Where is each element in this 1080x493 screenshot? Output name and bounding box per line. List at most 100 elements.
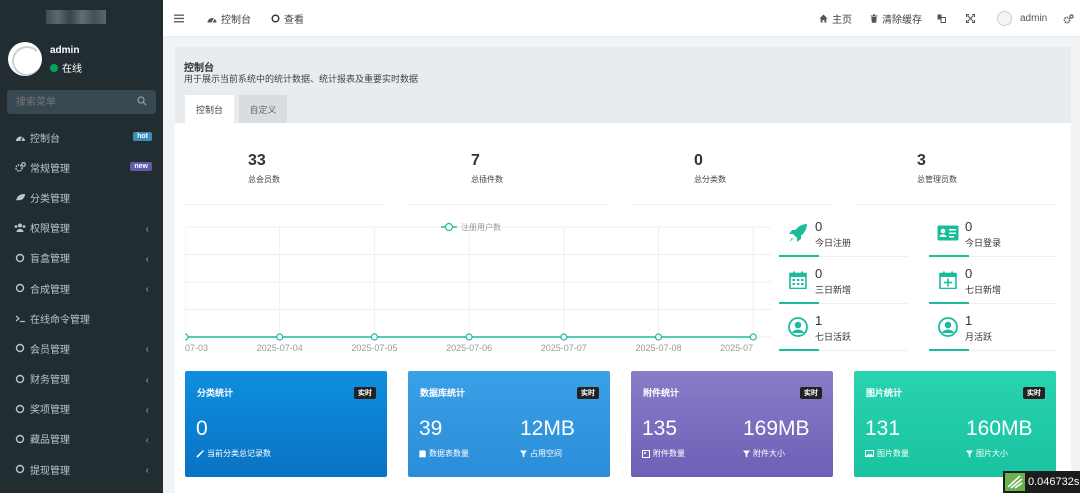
search-icon[interactable] xyxy=(137,96,147,106)
sidebar-item-label: 提现管理 xyxy=(30,465,70,477)
leaf-icon xyxy=(14,191,26,203)
x-tick-label: 2025-07-06 xyxy=(446,343,492,353)
stat-members: 33 总会员数 xyxy=(185,147,385,205)
mini-stat-seven-day-active: 1 七日活跃 xyxy=(779,313,907,359)
sidebar-search xyxy=(7,90,156,114)
sidebar-item-member[interactable]: 会员管理 ‹ xyxy=(0,333,163,363)
mini-stat-monthly-active: 1 月活跃 xyxy=(929,313,1057,359)
chevron-left-icon: ‹ xyxy=(145,253,149,265)
user-circle-icon xyxy=(787,316,809,338)
sidebar-item-dashboard[interactable]: 控制台 hot xyxy=(0,122,163,152)
group-icon xyxy=(14,222,26,234)
filter-icon xyxy=(743,450,750,457)
mini-stat-label: 月活跃 xyxy=(965,332,993,342)
mini-stat-three-day: 0 三日新增 xyxy=(779,266,907,312)
stat-label: 总插件数 xyxy=(471,175,503,184)
stat-categories: 0 总分类数 xyxy=(631,147,831,205)
user-status: 在线 xyxy=(50,60,82,75)
chevron-left-icon: ‹ xyxy=(145,223,149,235)
file-image-icon xyxy=(642,449,650,458)
chevron-left-icon: ‹ xyxy=(145,465,149,477)
tab-view[interactable]: 查看 xyxy=(271,0,304,37)
top-header: 控制台 查看 主页 清除缓存 admin xyxy=(163,0,1080,37)
circle-icon xyxy=(14,433,26,445)
card-attachment-stats: 附件统计 实时 135 附件数量 169MB 附件大小 xyxy=(631,371,833,477)
mini-stat-seven-day: 0 七日新增 xyxy=(929,266,1057,312)
card-label-row: 图片大小 xyxy=(966,448,1008,459)
divider xyxy=(969,350,1057,351)
sidebar-item-permission[interactable]: 权限管理 ‹ xyxy=(0,213,163,243)
tab-dashboard[interactable]: 控制台 xyxy=(207,0,251,37)
chevron-left-icon: ‹ xyxy=(145,404,149,416)
sidebar-item-label: 在线命令管理 xyxy=(30,314,90,326)
card-title: 图片统计 xyxy=(866,388,903,398)
card-value: 12MB xyxy=(520,417,575,440)
hamburger-icon xyxy=(174,14,184,23)
legend-label: 注册用户数 xyxy=(461,222,501,232)
card-label-row: 附件数量 xyxy=(642,448,685,459)
menu-toggle-button[interactable] xyxy=(174,0,184,37)
clear-cache-label: 清除缓存 xyxy=(882,15,922,26)
magic-icon xyxy=(422,147,464,189)
stat-value: 0 xyxy=(694,152,703,169)
tab-dashboard[interactable]: 控制台 xyxy=(185,95,234,123)
stat-value: 3 xyxy=(917,152,926,169)
stat-admins: 3 总管理员数 xyxy=(854,147,1054,205)
card-label: 占用空间 xyxy=(530,449,562,458)
rocket-icon xyxy=(787,222,809,244)
sidebar-item-withdraw[interactable]: 提现管理 ‹ xyxy=(0,454,163,484)
cogs-icon xyxy=(14,161,26,173)
sidebar-item-general[interactable]: 常规管理 new xyxy=(0,152,163,182)
new-badge: new xyxy=(130,162,152,172)
sidebar-item-label: 常规管理 xyxy=(30,163,70,175)
home-button[interactable]: 主页 xyxy=(819,0,852,37)
sidebar-item-category[interactable]: 分类管理 xyxy=(0,182,163,212)
stat-value: 33 xyxy=(248,152,266,169)
fullscreen-button[interactable] xyxy=(966,0,975,37)
tab-label: 控制台 xyxy=(221,15,251,26)
user-panel: admin 在线 xyxy=(0,38,163,84)
home-label: 主页 xyxy=(832,15,852,26)
clear-cache-button[interactable]: 清除缓存 xyxy=(870,0,922,37)
circle-icon xyxy=(14,373,26,385)
stat-value: 7 xyxy=(471,152,480,169)
card-image-stats: 图片统计 实时 131 图片数量 160MB 图片大小 xyxy=(854,371,1056,477)
tab-custom[interactable]: 自定义 xyxy=(239,95,287,123)
sidebar-item-synthesis[interactable]: 合成管理 ‹ xyxy=(0,273,163,303)
legend-marker xyxy=(444,222,454,232)
terminal-icon xyxy=(14,312,26,324)
page-timer-badge: 0.046732s xyxy=(1003,471,1080,493)
accent-line xyxy=(779,302,819,304)
sidebar-item-label: 盲盒管理 xyxy=(30,254,70,266)
sidebar-item-finance[interactable]: 财务管理 ‹ xyxy=(0,364,163,394)
stat-label: 总分类数 xyxy=(694,175,726,184)
mini-stat-value: 0 xyxy=(815,219,823,234)
sidebar-item-collection[interactable]: 藏品管理 ‹ xyxy=(0,424,163,454)
logo[interactable] xyxy=(46,10,106,24)
sidebar-item-prize[interactable]: 奖项管理 ‹ xyxy=(0,394,163,424)
mini-stat-label: 三日新增 xyxy=(815,285,852,295)
sidebar-item-label: 权限管理 xyxy=(30,224,70,236)
sidebar-item-command[interactable]: 在线命令管理 xyxy=(0,303,163,333)
sidebar-item-blindbox[interactable]: 盲盒管理 ‹ xyxy=(0,243,163,273)
data-point xyxy=(749,333,757,341)
circle-icon xyxy=(14,342,26,354)
search-input[interactable] xyxy=(7,90,127,114)
accent-line xyxy=(779,349,819,351)
mini-stat-label: 今日登录 xyxy=(965,238,1002,248)
chevron-left-icon: ‹ xyxy=(145,434,149,446)
circle-icon xyxy=(14,252,26,264)
header-user-name: admin xyxy=(1020,13,1048,24)
realtime-tag: 实时 xyxy=(577,387,599,399)
card-label: 数据表数量 xyxy=(429,449,469,458)
user-menu-button[interactable]: admin xyxy=(997,0,1047,37)
stat-plugins: 7 总插件数 xyxy=(408,147,608,205)
data-point xyxy=(654,333,663,341)
stat-label: 总会员数 xyxy=(248,175,280,184)
debug-logo-icon xyxy=(1005,473,1025,491)
mini-stat-value: 1 xyxy=(815,313,823,328)
language-button[interactable] xyxy=(937,0,946,37)
mini-stat-label: 今日注册 xyxy=(815,238,852,248)
realtime-tag: 实时 xyxy=(800,387,822,399)
settings-button[interactable] xyxy=(1063,0,1074,37)
